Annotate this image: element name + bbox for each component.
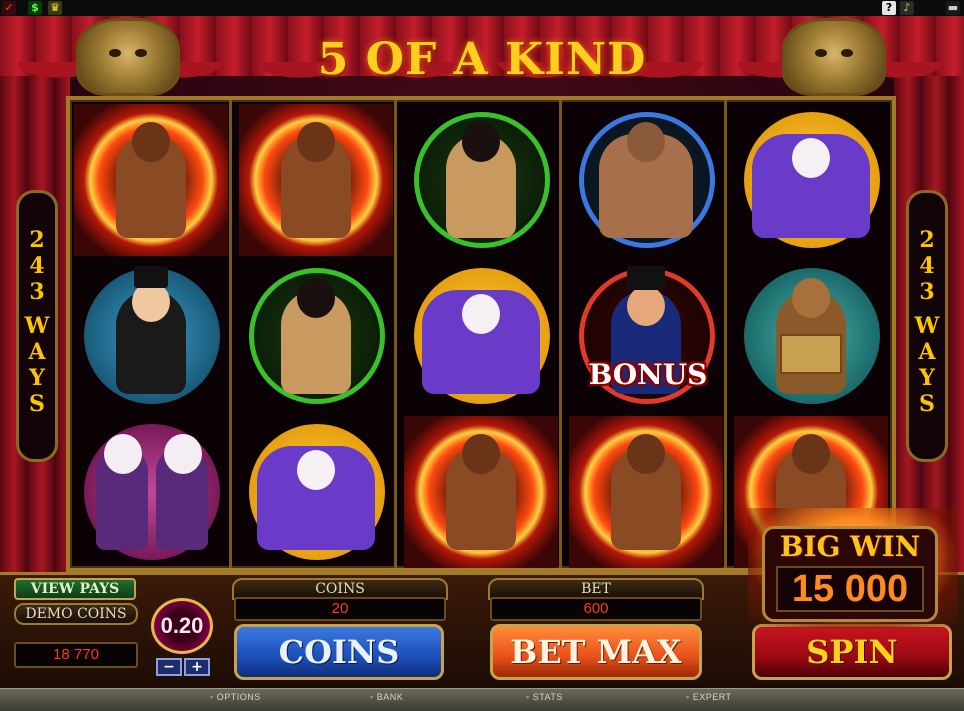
menu-bank[interactable]: BANK bbox=[370, 692, 403, 702]
big-win-title: BIG WIN bbox=[779, 530, 921, 563]
crown-icon[interactable]: ♛ bbox=[48, 1, 62, 15]
accordion-icon bbox=[780, 334, 842, 374]
symbol-monkey bbox=[734, 260, 888, 412]
symbol-fire-eater bbox=[239, 104, 393, 256]
twin-left-head bbox=[104, 434, 142, 474]
big-win-amount: 15 000 bbox=[776, 566, 924, 612]
ways-badge-right: 243 WAYS bbox=[906, 190, 948, 462]
snake-charmer-head bbox=[462, 122, 500, 162]
bet-value: 600 bbox=[490, 597, 702, 621]
bet-max-button[interactable]: BET MAX bbox=[490, 624, 702, 680]
minimize-icon[interactable]: ▬ bbox=[946, 1, 960, 15]
win-title: 5 OF A KIND bbox=[317, 34, 647, 85]
jester-head bbox=[792, 138, 830, 178]
symbol-twins bbox=[74, 416, 228, 568]
twin-right-head bbox=[164, 434, 202, 474]
menu-expert[interactable]: EXPERT bbox=[686, 692, 732, 702]
symbol-jester bbox=[404, 260, 558, 412]
symbol-jester bbox=[734, 104, 888, 256]
demo-coins-label: DEMO COINS bbox=[14, 603, 138, 625]
slot-game: ✓ $ ♛ ? ♪ ▬ 5 OF A KIND 243 WAYS 243 WAY… bbox=[0, 0, 964, 711]
ways-number: 243 bbox=[24, 227, 50, 305]
reel-2 bbox=[235, 100, 397, 568]
top-hat-icon bbox=[627, 266, 665, 290]
symbol-snake-charmer bbox=[404, 104, 558, 256]
reel-area: BONUS bbox=[66, 96, 896, 572]
strongman-head bbox=[627, 122, 665, 162]
symbol-snake-charmer bbox=[239, 260, 393, 412]
ringmaster-head bbox=[627, 286, 665, 326]
jester-head bbox=[462, 294, 500, 334]
ways-number: 243 bbox=[914, 227, 940, 305]
dollar-icon[interactable]: $ bbox=[28, 1, 42, 15]
jester-head bbox=[297, 450, 335, 490]
coins-button[interactable]: COINS bbox=[234, 624, 444, 680]
system-toolbar: ✓ $ ♛ ? ♪ ▬ bbox=[0, 0, 964, 16]
fire-eater-head bbox=[132, 122, 170, 162]
symbol-magician-lady bbox=[74, 260, 228, 412]
top-hat-icon bbox=[134, 266, 168, 288]
lion-head-left bbox=[76, 18, 180, 96]
coins-value: 20 bbox=[234, 597, 446, 621]
fire-eater-head bbox=[297, 122, 335, 162]
bonus-label: BONUS bbox=[588, 358, 708, 391]
reel-4: BONUS bbox=[565, 100, 727, 568]
view-pays-button[interactable]: VIEW PAYS bbox=[14, 578, 136, 600]
help-icon[interactable]: ? bbox=[882, 1, 896, 15]
reel-1 bbox=[70, 100, 232, 568]
menu-bar: OPTIONS BANK STATS EXPERT bbox=[0, 688, 964, 711]
lion-head-right bbox=[782, 18, 886, 96]
ways-label: WAYS bbox=[24, 313, 50, 417]
symbol-jester bbox=[239, 416, 393, 568]
minus-icon[interactable]: − bbox=[156, 658, 182, 676]
spin-button[interactable]: SPIN bbox=[752, 624, 952, 680]
menu-stats[interactable]: STATS bbox=[526, 692, 563, 702]
symbol-ringmaster-bonus: BONUS bbox=[569, 260, 723, 412]
ways-badge-left: 243 WAYS bbox=[16, 190, 58, 462]
checkmark-icon[interactable]: ✓ bbox=[2, 1, 16, 15]
reel-3 bbox=[400, 100, 562, 568]
reel-5 bbox=[730, 100, 892, 568]
symbol-fire-eater bbox=[569, 416, 723, 568]
fire-eater-head bbox=[792, 434, 830, 474]
ways-label: WAYS bbox=[914, 313, 940, 417]
symbol-strongman bbox=[569, 104, 723, 256]
coin-value-display: 0.20 bbox=[151, 598, 213, 654]
snake-charmer-head bbox=[297, 278, 335, 318]
symbol-fire-eater bbox=[74, 104, 228, 256]
monkey-head bbox=[792, 278, 830, 318]
plus-icon[interactable]: + bbox=[184, 658, 210, 676]
fire-eater-head bbox=[627, 434, 665, 474]
sound-icon[interactable]: ♪ bbox=[900, 1, 914, 15]
magician-lady-head bbox=[132, 282, 170, 322]
demo-coins-balance: 18 770 bbox=[14, 642, 138, 668]
fire-eater-head bbox=[462, 434, 500, 474]
menu-options[interactable]: OPTIONS bbox=[210, 692, 261, 702]
symbol-fire-eater bbox=[404, 416, 558, 568]
